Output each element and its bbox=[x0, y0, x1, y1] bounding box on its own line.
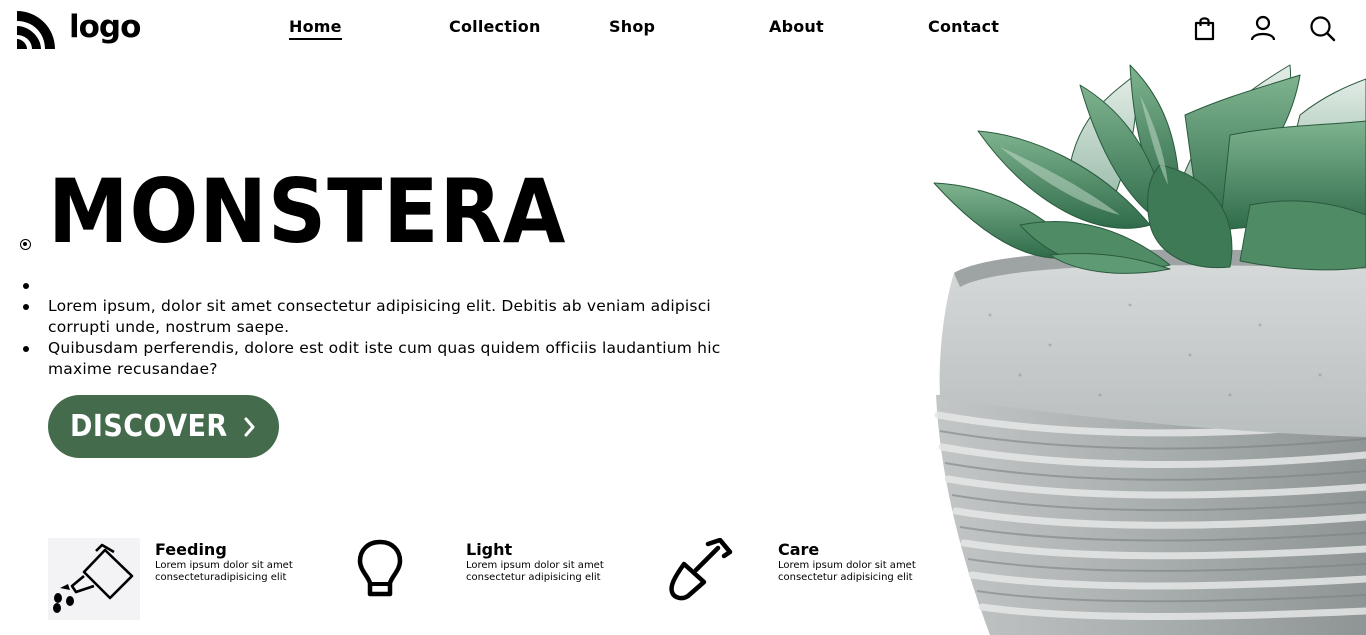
feature-desc: Lorem ipsum dolor sit amet bbox=[155, 560, 293, 571]
list-bullet bbox=[23, 304, 29, 310]
feature-light: Light Lorem ipsum dolor sit amet consect… bbox=[356, 535, 616, 625]
discover-label: DISCOVER bbox=[70, 409, 228, 444]
shopping-bag-icon[interactable] bbox=[1191, 14, 1219, 42]
nav-shop[interactable]: Shop bbox=[609, 17, 655, 37]
hero-paragraph: Lorem ipsum, dolor sit amet consectetur … bbox=[48, 297, 711, 336]
succulent-pot-image bbox=[933, 64, 1366, 635]
feature-feeding: Feeding Lorem ipsum dolor sit amet conse… bbox=[48, 535, 308, 625]
hero-paragraph: Quibusdam perferendis, dolore est odit i… bbox=[48, 339, 721, 378]
feature-title: Care bbox=[778, 540, 820, 559]
discover-button[interactable]: DISCOVER bbox=[48, 395, 279, 458]
shovel-icon bbox=[669, 538, 733, 601]
feature-desc: Lorem ipsum dolor sit amet bbox=[778, 560, 916, 571]
nav-about[interactable]: About bbox=[769, 17, 824, 37]
logo-text: logo bbox=[69, 8, 141, 45]
list-bullet bbox=[23, 346, 29, 352]
nav-home[interactable]: Home bbox=[289, 17, 342, 40]
nav-contact[interactable]: Contact bbox=[928, 17, 999, 37]
feature-desc: consectetur adipisicing elit bbox=[778, 572, 913, 583]
watering-can-icon bbox=[48, 538, 140, 620]
chevron-right-icon bbox=[244, 417, 255, 437]
list-bullet bbox=[23, 283, 29, 289]
logo[interactable]: logo bbox=[15, 7, 141, 51]
feature-desc: consectetur adipisicing elit bbox=[466, 572, 601, 583]
feature-title: Light bbox=[466, 540, 513, 559]
feature-desc: Lorem ipsum dolor sit amet bbox=[466, 560, 604, 571]
feature-desc: consecteturadipisicing elit bbox=[155, 572, 287, 583]
search-icon[interactable] bbox=[1308, 14, 1336, 42]
feature-care: Care Lorem ipsum dolor sit amet consecte… bbox=[668, 535, 928, 625]
hero-title: MONSTERA bbox=[48, 160, 567, 263]
user-icon[interactable] bbox=[1249, 14, 1277, 42]
feature-title: Feeding bbox=[155, 540, 227, 559]
nav-collection[interactable]: Collection bbox=[449, 17, 541, 37]
list-marker bbox=[20, 239, 31, 250]
logo-mark-icon bbox=[17, 11, 55, 49]
light-bulb-icon bbox=[357, 539, 403, 597]
